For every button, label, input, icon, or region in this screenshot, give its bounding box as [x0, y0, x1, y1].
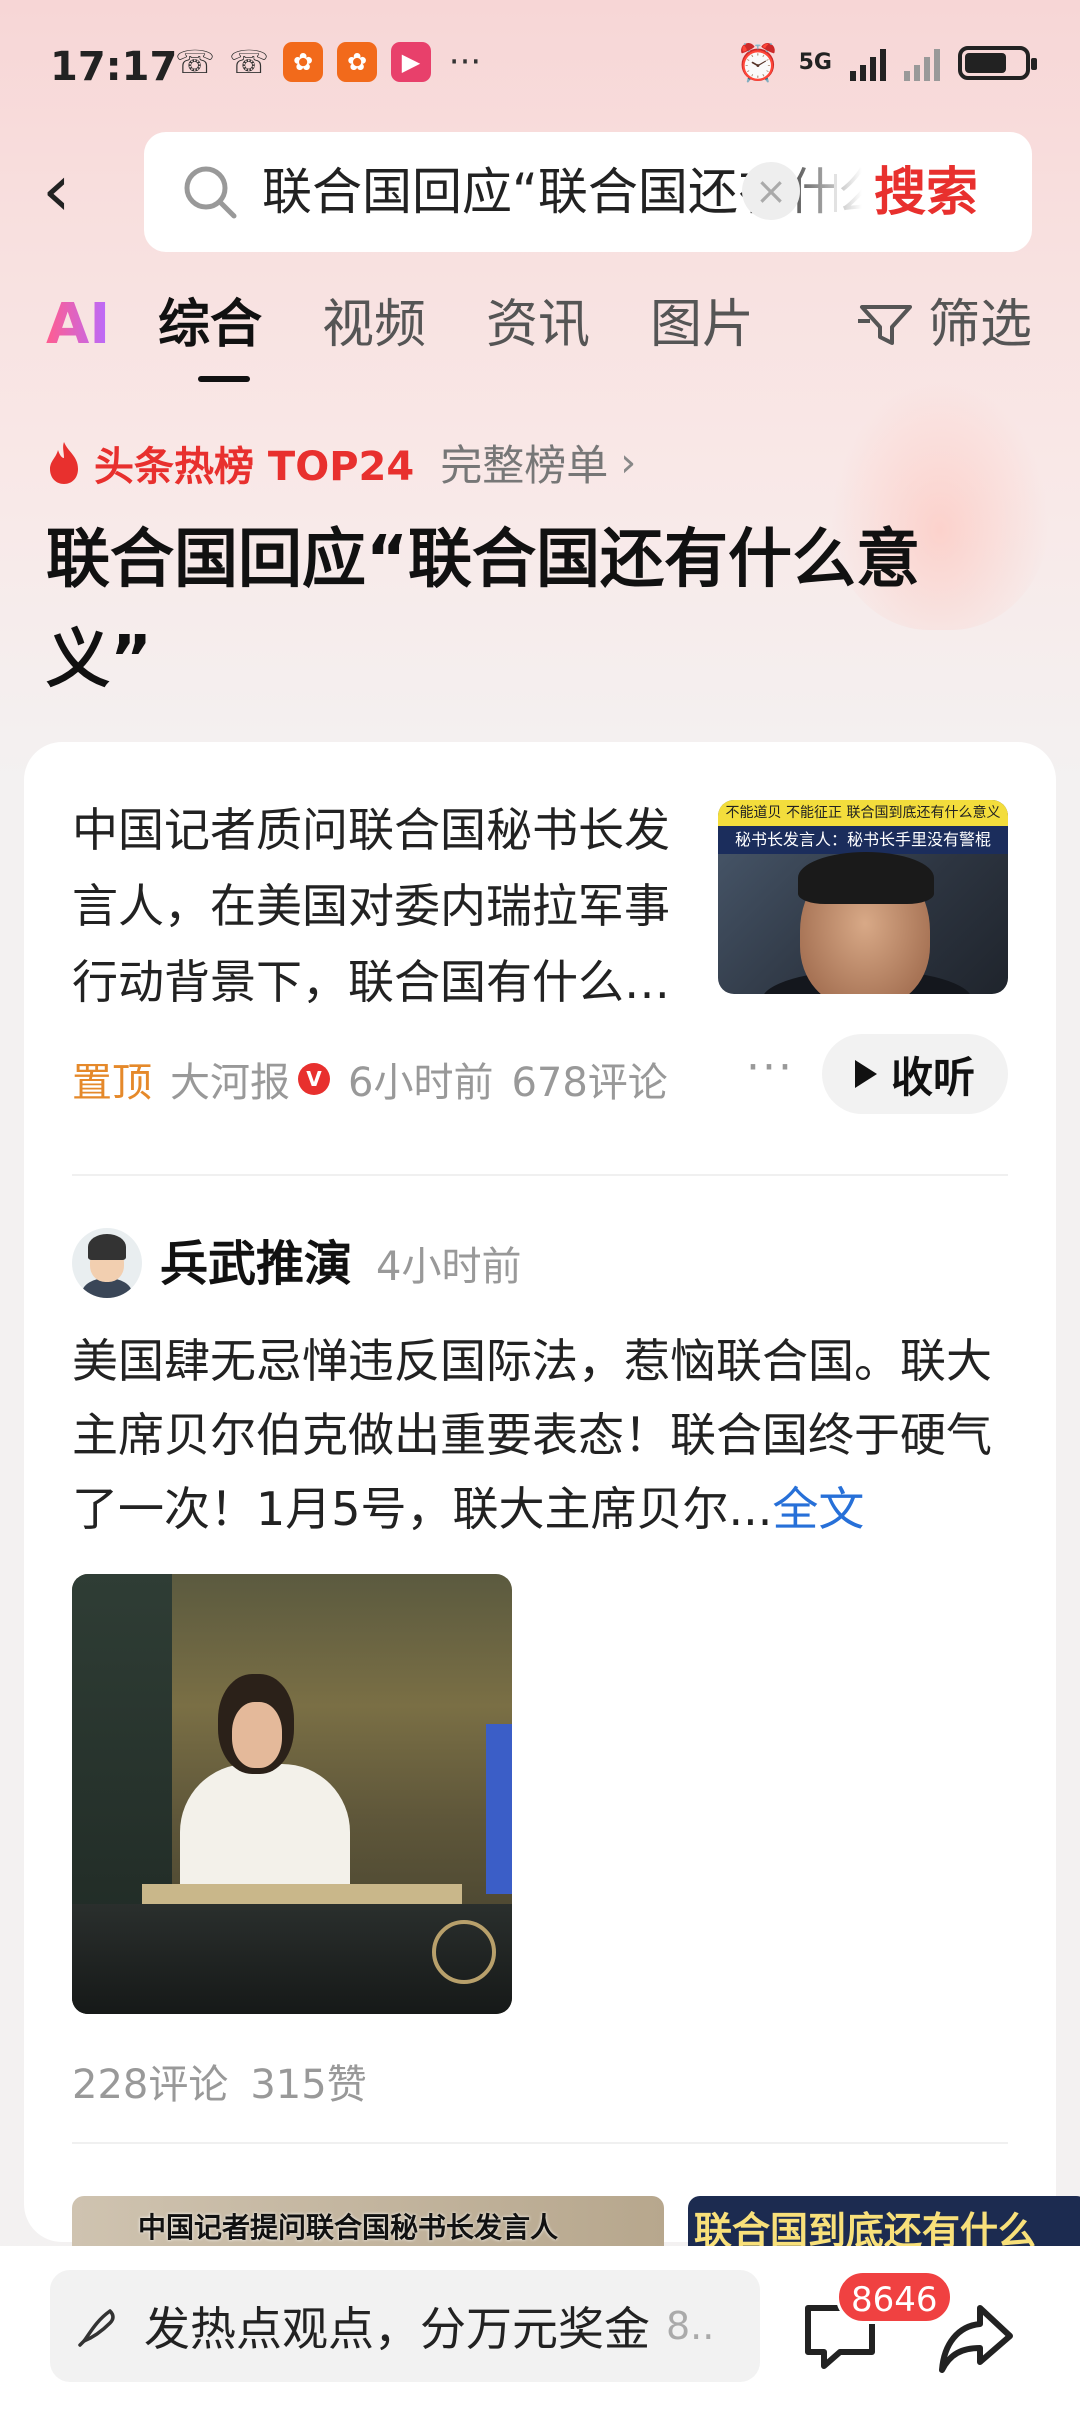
filter-label: 筛选 — [927, 295, 1032, 355]
comment-suffix: 8.. — [666, 2304, 715, 2348]
share-icon[interactable] — [936, 2300, 1016, 2376]
article-source[interactable]: 大河报 V — [170, 1050, 330, 1108]
image-flag — [486, 1724, 512, 1894]
full-list-link[interactable]: 完整榜单 — [440, 432, 608, 493]
missed-call-icon: ☏ — [175, 43, 216, 81]
tab-comprehensive[interactable]: 综合 — [158, 290, 262, 382]
next-thumbnail[interactable]: 中国记者提问联合国秘书长发言人 — [72, 2196, 664, 2246]
clear-icon[interactable]: × — [742, 162, 800, 220]
thumbnail-caption-top: 不能道贝 不能征正 联合国到底还有什么意义 — [718, 800, 1008, 826]
comment-input[interactable]: 发热点观点，分万元奖金 8.. — [50, 2270, 760, 2382]
post-image[interactable] — [72, 1574, 512, 2014]
tab-images[interactable]: 图片 — [650, 290, 754, 360]
alarm-icon: ⏰ — [735, 43, 781, 84]
chevron-right-icon: › — [620, 439, 637, 486]
battery-icon — [958, 46, 1037, 80]
filter-icon — [857, 305, 912, 345]
avatar-hair — [88, 1234, 126, 1260]
results-card: 中国记者质问联合国秘书长发言人，在美国对委内瑞拉军事行动背景下，联合国有什么意义… — [24, 742, 1056, 2242]
image-speaker — [180, 1674, 350, 1934]
listen-label: 收听 — [890, 1052, 975, 1102]
search-divider — [834, 174, 837, 212]
hot-rank-row[interactable]: 头条热榜 TOP24 完整榜单 › — [46, 432, 636, 493]
play-icon — [854, 1060, 877, 1088]
post-time: 4小时前 — [376, 1244, 522, 1290]
search-button[interactable]: 搜索 — [874, 162, 978, 224]
article-time: 6小时前 — [348, 1060, 494, 1106]
status-bar: 17:17 ☏ ☏ ✿ ✿ ▶ ··· ⏰ 5G — [0, 0, 1080, 130]
tab-filter[interactable]: 筛选 — [857, 290, 1032, 360]
next-results-strip: 中国记者提问联合国秘书长发言人 联合国到底还有什么 — [72, 2196, 1080, 2246]
tab-ai[interactable]: AI — [46, 290, 110, 360]
status-system-icons: ⏰ 5G — [735, 42, 1037, 84]
hot-rank-label: 头条热榜 TOP24 — [94, 443, 415, 490]
next-thumbnail[interactable]: 联合国到底还有什么 — [688, 2196, 1080, 2246]
verified-badge-icon: V — [298, 1063, 330, 1095]
flame-icon — [50, 441, 78, 484]
thumbnail-caption-bottom: 秘书长发言人：秘书长手里没有警棍 — [718, 826, 1008, 854]
article-meta: 置顶 大河报 V 6小时前 678评论 — [72, 1050, 668, 1108]
back-icon[interactable]: ‹ — [42, 150, 102, 230]
pinned-label: 置顶 — [72, 1060, 152, 1106]
comment-placeholder: 发热点观点，分万元奖金 — [144, 2302, 650, 2356]
app-icon: ✿ — [283, 42, 323, 82]
missed-call-icon: ☏ — [229, 43, 270, 81]
app-icon: ✿ — [337, 42, 377, 82]
more-options-icon[interactable]: ··· — [746, 1042, 794, 1093]
source-name: 大河报 — [170, 1060, 290, 1106]
video-app-icon: ▶ — [391, 42, 431, 82]
speaker-face — [232, 1702, 282, 1768]
post-comments[interactable]: 228评论 — [72, 2062, 228, 2108]
un-emblem-icon — [432, 1920, 496, 1984]
post-stats: 228评论 315赞 — [72, 2060, 389, 2110]
status-notification-icons: ☏ ☏ ✿ ✿ ▶ ··· — [175, 42, 485, 82]
more-dots-icon: ··· — [448, 42, 482, 82]
post-body[interactable]: 美国肆无忌惮违反国际法，惹恼联合国。联大主席贝尔伯克做出重要表态！联合国终于硬气… — [72, 1324, 1022, 1546]
article-thumbnail[interactable]: 不能道贝 不能征正 联合国到底还有什么意义 秘书长发言人：秘书长手里没有警棍 — [718, 800, 1008, 994]
tab-video[interactable]: 视频 — [322, 290, 426, 360]
signal-icon — [904, 45, 940, 81]
tab-news[interactable]: 资讯 — [486, 290, 590, 360]
post-author[interactable]: 兵武推演 — [160, 1234, 352, 1294]
search-icon — [184, 166, 237, 219]
avatar[interactable] — [72, 1228, 142, 1298]
pen-icon — [78, 2309, 115, 2347]
divider — [72, 1174, 1008, 1176]
divider — [72, 2142, 1008, 2144]
full-text-link[interactable]: 全文 — [772, 1482, 864, 1536]
bottom-bar: 发热点观点，分万元奖金 8.. 8646 — [0, 2246, 1080, 2412]
listen-button[interactable]: 收听 — [822, 1034, 1008, 1114]
signal-icon — [850, 45, 886, 81]
post-ellipsis: ... — [728, 1482, 773, 1536]
article-title[interactable]: 中国记者质问联合国秘书长发言人，在美国对委内瑞拉军事行动背景下，联合国有什么意义 — [72, 792, 672, 1020]
search-box[interactable]: 联合国回应“联合国还有什么意义” × 搜索 — [144, 132, 1032, 252]
category-tabs: AI 综合 视频 资讯 图片 筛选 — [0, 290, 1080, 390]
status-time: 17:17 — [50, 44, 178, 90]
thumbnail-hair — [798, 852, 934, 904]
hot-headline[interactable]: 联合国回应“联合国还有什么意义” — [46, 510, 1006, 710]
post-likes[interactable]: 315赞 — [250, 2062, 366, 2108]
article-comments: 678评论 — [511, 1060, 668, 1106]
network-type: 5G — [798, 50, 832, 75]
